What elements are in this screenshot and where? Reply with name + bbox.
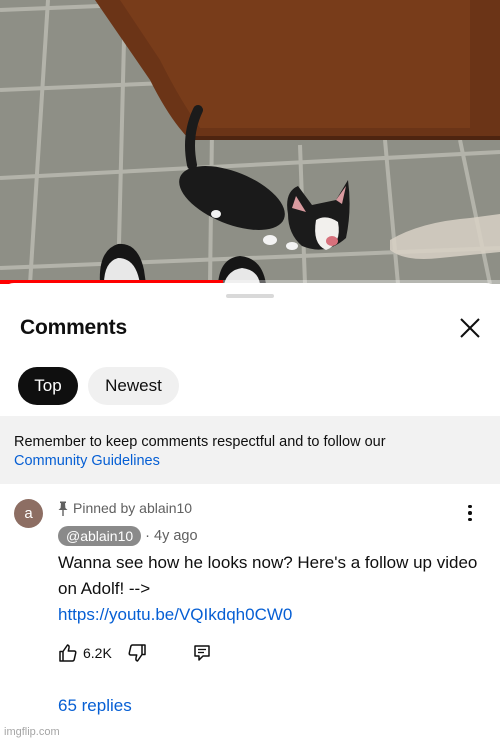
dislike-button[interactable] xyxy=(127,643,147,663)
filter-chip-top[interactable]: Top xyxy=(18,367,78,405)
thumbs-up-icon xyxy=(59,644,77,662)
community-guidelines-notice: Remember to keep comments respectful and… xyxy=(0,416,500,484)
video-player[interactable] xyxy=(0,0,500,284)
video-frame xyxy=(0,0,500,284)
pinned-indicator: Pinned by ablain10 xyxy=(58,500,192,516)
more-options-button[interactable] xyxy=(462,502,478,524)
avatar[interactable]: a xyxy=(14,499,43,528)
like-button[interactable]: 6.2K xyxy=(58,643,112,663)
drag-handle[interactable] xyxy=(226,294,274,298)
community-guidelines-link[interactable]: Community Guidelines xyxy=(14,452,486,471)
watermark: imgflip.com xyxy=(4,726,60,738)
close-icon xyxy=(460,318,480,338)
filter-chip-newest[interactable]: Newest xyxy=(88,367,179,405)
comment-age: 4y ago xyxy=(154,528,198,544)
close-button[interactable] xyxy=(456,314,484,342)
comments-title: Comments xyxy=(20,316,127,339)
more-vert-icon-dot xyxy=(468,511,472,515)
comment-reply-icon xyxy=(194,645,210,661)
reply-button[interactable] xyxy=(193,644,211,662)
comment-body: Wanna see how he looks now? Here's a fol… xyxy=(58,550,478,628)
more-vert-icon xyxy=(468,504,472,509)
comments-panel: Comments Top Newest Remember to keep com… xyxy=(0,283,500,741)
notice-text: Remember to keep comments respectful and… xyxy=(14,434,386,450)
pinned-label: Pinned by ablain10 xyxy=(73,500,193,516)
more-vert-icon-dot xyxy=(468,517,472,522)
view-replies-button[interactable]: 65 replies xyxy=(58,696,132,716)
like-count: 6.2K xyxy=(83,645,112,661)
thumbs-down-icon xyxy=(128,644,146,662)
comment-meta: @ablain10 · 4y ago xyxy=(58,526,198,546)
comment-author[interactable]: @ablain10 xyxy=(58,526,142,546)
meta-separator: · xyxy=(145,528,150,544)
comment-actions: 6.2K xyxy=(58,641,211,665)
comment-link[interactable]: https://youtu.be/VQIkdqh0CW0 xyxy=(58,602,478,628)
pin-icon xyxy=(58,501,68,516)
comment-text: Wanna see how he looks now? Here's a fol… xyxy=(58,553,478,598)
